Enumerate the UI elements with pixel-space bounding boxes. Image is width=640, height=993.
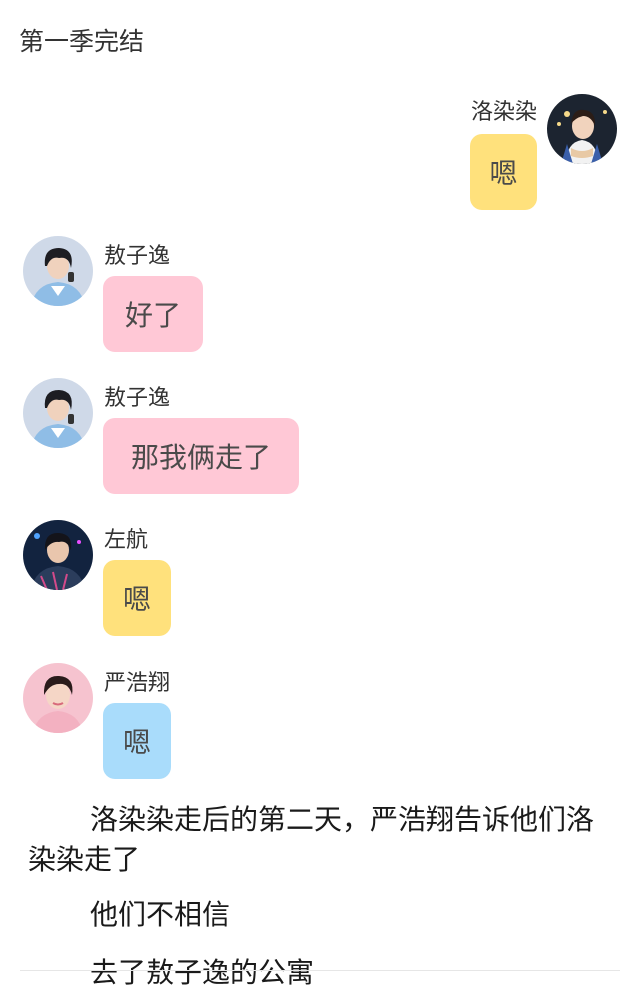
sender-name: 左航 xyxy=(104,528,149,553)
message-bubble[interactable]: 嗯 xyxy=(470,134,537,210)
user-avatar[interactable] xyxy=(23,663,93,733)
sender-name: 敖子逸 xyxy=(104,244,171,269)
message-bubble[interactable]: 嗯 xyxy=(103,703,171,779)
message-bubble[interactable]: 好了 xyxy=(103,276,203,352)
story-paragraph: 洛染染走后的第二天，严浩翔告诉他们洛染染走了 xyxy=(28,803,595,876)
divider xyxy=(20,970,620,971)
sender-name: 洛染染 xyxy=(470,100,537,125)
story-paragraph: 他们不相信 xyxy=(90,898,231,931)
user-avatar[interactable] xyxy=(23,520,93,590)
user-avatar[interactable] xyxy=(23,236,93,306)
message-bubble[interactable]: 嗯 xyxy=(103,560,171,636)
sender-name: 严浩翔 xyxy=(104,671,171,696)
page-title: 第一季完结 xyxy=(19,27,145,56)
user-avatar[interactable] xyxy=(547,94,617,164)
user-avatar[interactable] xyxy=(23,378,93,448)
story-paragraph: 去了敖子逸的公寓 xyxy=(90,956,315,989)
sender-name: 敖子逸 xyxy=(104,386,171,411)
message-bubble[interactable]: 那我俩走了 xyxy=(103,418,299,494)
